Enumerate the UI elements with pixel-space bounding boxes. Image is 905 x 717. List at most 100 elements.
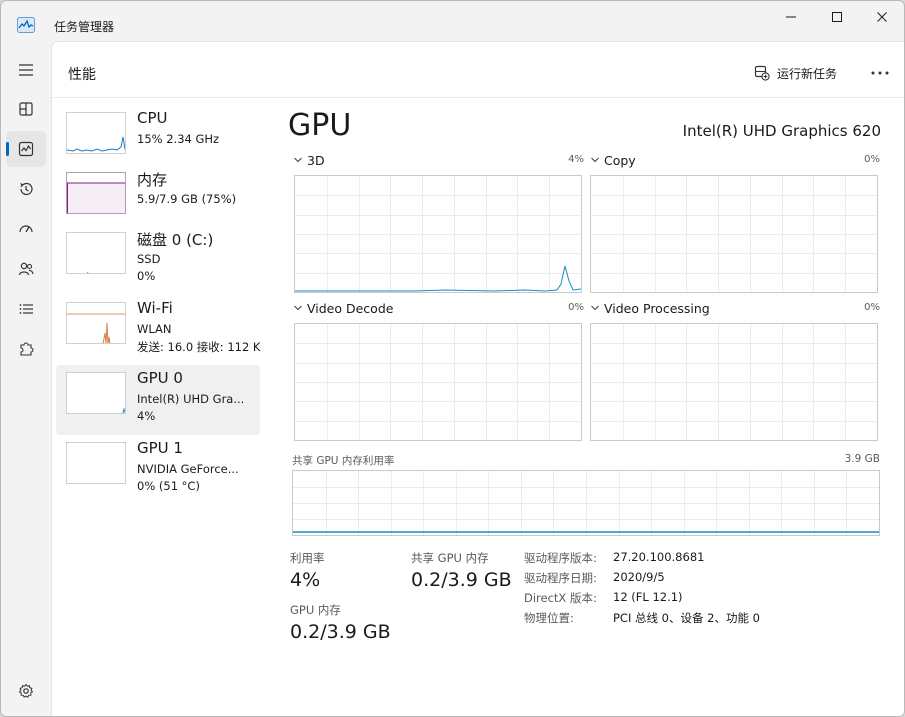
grid-icon (19, 102, 33, 116)
engine-percent: 4% (568, 154, 584, 165)
performance-icon (18, 141, 34, 157)
engine-label: Copy (604, 153, 636, 168)
close-button[interactable] (859, 1, 904, 33)
engine-3d-graph (294, 175, 582, 293)
nav-details[interactable] (6, 291, 46, 327)
title-bar: 任务管理器 (1, 1, 904, 41)
device-item-gpu1[interactable]: GPU 1 NVIDIA GeForce... 0% (51 °C) (56, 435, 260, 505)
nav-startup-apps[interactable] (6, 211, 46, 247)
device-name: Wi-Fi (137, 299, 173, 317)
device-throughput: 发送: 16.0 接收: 112 K (137, 340, 261, 354)
device-detail: 15% 2.34 GHz (137, 132, 220, 146)
engine-label: 3D (307, 153, 325, 168)
wifi-mini-graph (66, 302, 126, 344)
list-icon (19, 304, 33, 314)
nav-settings[interactable] (6, 673, 46, 709)
nav-processes[interactable] (6, 91, 46, 127)
task-manager-window: 任务管理器 性能 运行新任务 CPU 15% 2.34 GHz 内存 5.9/7… (0, 0, 905, 717)
speedometer-icon (19, 225, 33, 233)
driver-date-label: 驱动程序日期: (524, 571, 597, 585)
hamburger-icon (19, 64, 33, 76)
utilization-label: 利用率 (290, 551, 325, 565)
physical-location-value: PCI 总线 0、设备 2、功能 0 (613, 611, 760, 625)
device-name: 内存 (137, 171, 168, 189)
history-icon (20, 182, 33, 196)
shared-memory-header: 共享 GPU 内存利用率 3.9 GB (292, 453, 880, 468)
gpu1-mini-graph (66, 442, 126, 484)
engine-video-processing-header[interactable]: Video Processing 0% (590, 301, 880, 319)
engine-video-processing-graph (590, 323, 878, 441)
device-item-gpu0[interactable]: GPU 0 Intel(R) UHD Gra... 4% (56, 365, 260, 435)
shared-memory-max: 3.9 GB (844, 453, 880, 465)
engine-percent: 0% (864, 302, 880, 313)
gpu-memory-value: 0.2/3.9 GB (290, 621, 391, 643)
nav-services[interactable] (6, 331, 46, 367)
device-name: GPU 1 (137, 439, 183, 457)
engine-copy-header[interactable]: Copy 0% (590, 153, 880, 171)
engine-video-decode-header[interactable]: Video Decode 0% (293, 301, 584, 319)
device-item-disk[interactable]: 磁盘 0 (C:) SSD 0% (56, 225, 260, 295)
nav-app-history[interactable] (6, 171, 46, 207)
puzzle-icon (20, 342, 34, 356)
nav-users[interactable] (6, 251, 46, 287)
driver-version-label: 驱动程序版本: (524, 551, 597, 565)
memory-mini-graph (66, 172, 126, 214)
shared-gpu-memory-label: 共享 GPU 内存 (411, 551, 489, 565)
chevron-down-icon (591, 157, 599, 163)
gpu-model-name: Intel(R) UHD Graphics 620 (682, 122, 881, 140)
device-item-wifi[interactable]: Wi-Fi WLAN 发送: 16.0 接收: 112 K (56, 295, 260, 365)
shared-gpu-memory-value: 0.2/3.9 GB (411, 569, 512, 591)
gpu-memory-label: GPU 内存 (290, 603, 341, 617)
nav-performance[interactable] (6, 131, 46, 167)
chevron-down-icon (591, 305, 599, 311)
navigation-rail (1, 41, 51, 716)
device-detail: NVIDIA GeForce... (137, 462, 239, 476)
run-new-task-label: 运行新任务 (777, 66, 838, 81)
shared-memory-label: 共享 GPU 内存利用率 (292, 455, 395, 467)
task-manager-app-icon (17, 17, 35, 33)
more-icon (871, 71, 889, 75)
engine-label: Video Processing (604, 301, 710, 316)
device-detail: Intel(R) UHD Gra... (137, 392, 245, 406)
engine-percent: 0% (864, 154, 880, 165)
engine-label: Video Decode (307, 301, 394, 316)
directx-version-label: DirectX 版本: (524, 591, 597, 605)
maximize-button[interactable] (814, 1, 860, 33)
run-new-task-button[interactable]: 运行新任务 (754, 61, 837, 85)
new-task-icon (754, 65, 770, 81)
chevron-down-icon (294, 305, 302, 311)
more-options-button[interactable] (866, 60, 894, 86)
gear-icon (18, 683, 34, 698)
driver-date-value: 2020/9/5 (613, 570, 665, 584)
chevron-down-icon (294, 157, 302, 163)
engine-percent: 0% (568, 302, 584, 313)
engine-3d-header[interactable]: 3D 4% (293, 153, 584, 171)
gpu-title: GPU (288, 108, 352, 143)
shared-memory-graph (292, 470, 880, 536)
gpu0-mini-graph (66, 372, 126, 414)
physical-location-label: 物理位置: (524, 611, 574, 625)
engine-video-decode-graph (294, 323, 582, 441)
directx-version-value: 12 (FL 12.1) (613, 590, 683, 604)
disk-mini-graph (66, 232, 126, 274)
page-title: 性能 (68, 67, 96, 83)
device-name: GPU 0 (137, 369, 183, 387)
device-detail: WLAN (137, 322, 172, 336)
cpu-mini-graph (66, 112, 126, 154)
minimize-icon (786, 16, 796, 18)
device-usage: 0% (51 °C) (137, 479, 200, 493)
utilization-value: 4% (290, 569, 321, 591)
engine-copy-graph (590, 175, 878, 293)
close-icon (877, 12, 887, 22)
hamburger-menu-button[interactable] (6, 52, 46, 88)
users-icon (18, 262, 34, 276)
device-usage: 4% (137, 409, 156, 423)
device-name: CPU (137, 109, 168, 127)
minimize-button[interactable] (768, 1, 814, 33)
device-usage: 0% (137, 269, 156, 283)
device-detail: 5.9/7.9 GB (75%) (137, 192, 237, 206)
maximize-icon (832, 12, 842, 22)
device-name: 磁盘 0 (C:) (137, 231, 214, 249)
performance-pane: 性能 运行新任务 CPU 15% 2.34 GHz 内存 5.9/7.9 GB … (51, 41, 904, 716)
page-header: 性能 运行新任务 (52, 42, 904, 98)
